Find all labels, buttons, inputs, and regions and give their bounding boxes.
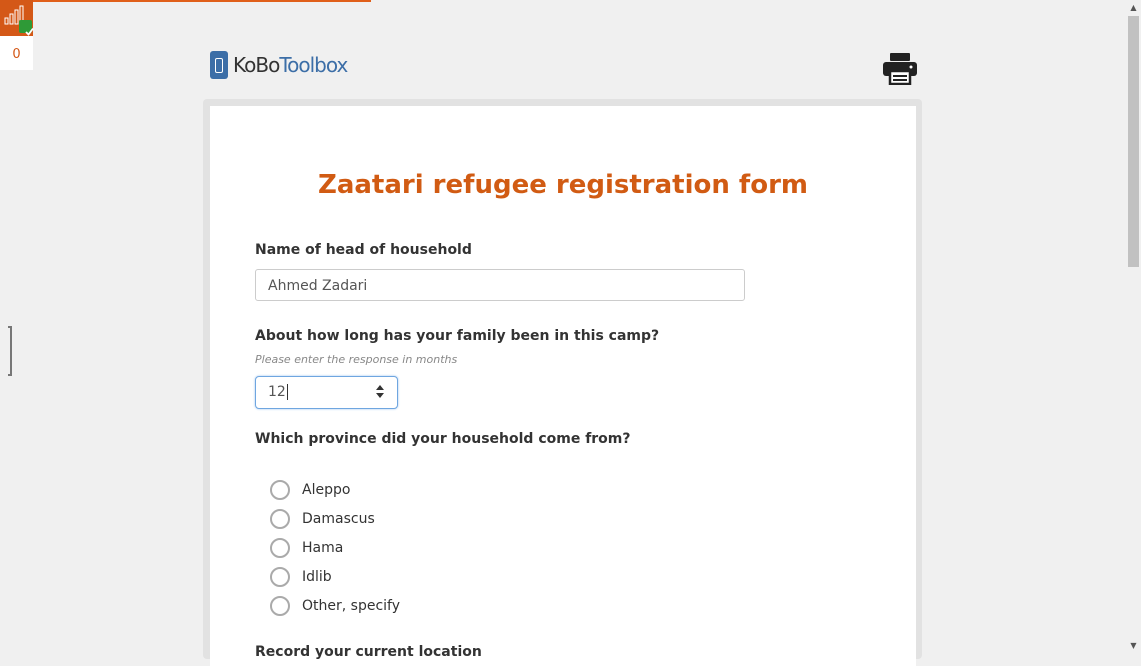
province-option-damascus[interactable]: Damascus (270, 509, 375, 529)
option-label: Idlib (302, 569, 332, 585)
kobotoolbox-logo: KoBoToolbox (210, 50, 348, 80)
vertical-scrollbar[interactable]: ▲ ▼ (1126, 0, 1141, 653)
months-in-camp-value: 12 (268, 384, 286, 400)
connection-status-widget[interactable]: 0 (0, 0, 34, 70)
radio-button[interactable] (270, 509, 290, 529)
question-label-head-of-household: Name of head of household (255, 242, 472, 258)
scroll-up-icon[interactable]: ▲ (1126, 0, 1141, 15)
option-label: Hama (302, 540, 344, 556)
check-icon (19, 20, 34, 36)
logo-text-kobo: KoBo (233, 53, 280, 77)
progress-bar (0, 0, 371, 2)
province-option-aleppo[interactable]: Aleppo (270, 480, 350, 500)
question-label-time-in-camp: About how long has your family been in t… (255, 328, 660, 344)
scrollbar-thumb[interactable] (1128, 16, 1139, 267)
logo-mark-icon (210, 51, 228, 79)
question-label-province: Which province did your household come f… (255, 431, 631, 447)
spinner-up-icon[interactable] (376, 385, 384, 390)
logo-text-toolbox: Toolbox (279, 53, 348, 77)
form-title: Zaatari refugee registration form (317, 170, 808, 200)
radio-button[interactable] (270, 596, 290, 616)
option-label: Damascus (302, 511, 375, 527)
province-option-idlib[interactable]: Idlib (270, 567, 332, 587)
side-handle[interactable] (8, 326, 12, 376)
radio-button[interactable] (270, 538, 290, 558)
province-option-hama[interactable]: Hama (270, 538, 343, 558)
spinner-down-icon[interactable] (376, 393, 384, 398)
province-option-other[interactable]: Other, specify (270, 596, 400, 616)
text-caret (286, 384, 288, 400)
question-label-location: Record your current location (255, 644, 482, 660)
hint-time-in-camp: Please enter the response in months (255, 353, 458, 366)
scroll-down-icon[interactable]: ▼ (1126, 638, 1141, 653)
radio-button[interactable] (270, 567, 290, 587)
head-of-household-input[interactable]: Ahmed Zadari (255, 269, 745, 301)
queue-count: 0 (0, 36, 33, 70)
print-icon[interactable] (883, 53, 917, 85)
number-spinner[interactable] (375, 384, 385, 401)
option-label: Other, specify (302, 598, 400, 614)
months-in-camp-input[interactable]: 12 (255, 376, 398, 409)
radio-button[interactable] (270, 480, 290, 500)
option-label: Aleppo (302, 482, 351, 498)
